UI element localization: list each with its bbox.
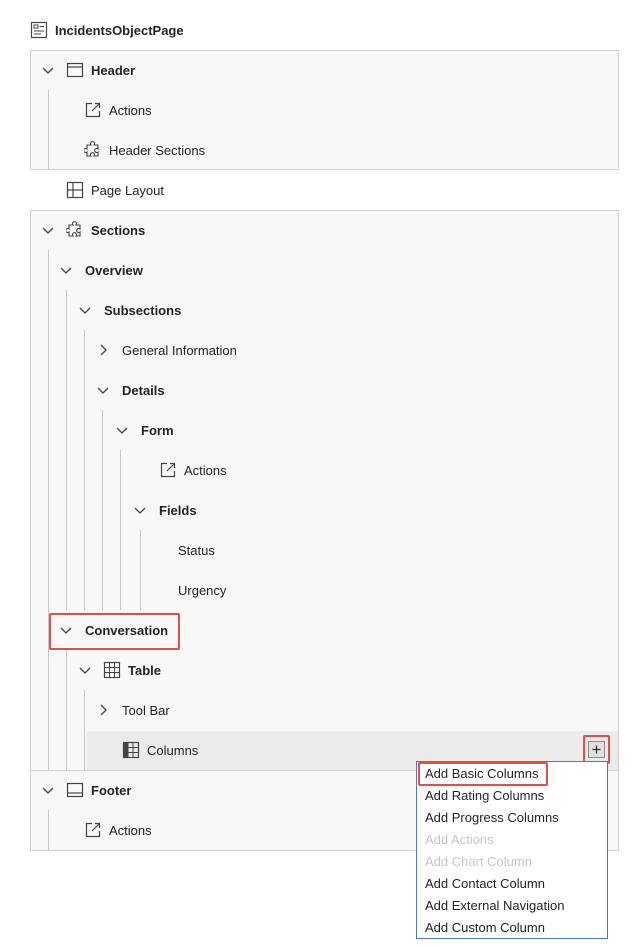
tree-item-table[interactable]: Table [77,650,161,690]
tree-item-label: Urgency [178,582,227,598]
add-columns-menu: Add Basic Columns Add Rating Columns Add… [416,761,608,939]
tree-item-label: Columns [147,742,199,758]
tree-item-status[interactable]: Status [178,530,215,570]
tree-item-label: Header Sections [109,142,206,158]
tree-item-footer[interactable]: Footer [40,770,131,810]
menu-item-add-custom-column[interactable]: Add Custom Column [425,917,545,939]
tree-item-form[interactable]: Form [114,410,174,450]
tree-item-columns[interactable]: Columns [122,730,198,770]
chevron-down-icon[interactable] [95,382,111,398]
tree-item-label: Fields [159,502,197,518]
tree-item-header-sections[interactable]: Header Sections [83,130,206,170]
chevron-down-icon[interactable] [40,222,56,238]
highlight-add-button [583,735,610,764]
tree-item-overview[interactable]: Overview [58,250,143,290]
tree-item-label: Actions [109,102,152,118]
chevron-right-icon[interactable] [95,702,111,718]
tree-item-general-information[interactable]: General Information [95,330,237,370]
external-link-icon [84,821,102,839]
tree-item-header-actions[interactable]: Actions [84,90,152,130]
chevron-down-icon[interactable] [77,662,93,678]
tree-item-label: Sections [91,222,146,238]
tree-item-label: Overview [85,262,143,278]
tree-item-details[interactable]: Details [95,370,165,410]
chevron-right-icon[interactable] [95,342,111,358]
tree-item-label: Tool Bar [122,702,170,718]
menu-item-add-progress-columns[interactable]: Add Progress Columns [425,807,559,829]
tree-item-footer-actions[interactable]: Actions [84,810,152,850]
puzzle-icon [65,221,84,239]
tree-item-label: Status [178,542,215,558]
menu-item-add-chart-column: Add Chart Column [425,854,532,869]
tree-item-header-label: Header [91,62,136,78]
tree-root-label: IncidentsObjectPage [55,22,184,38]
tree-item-label: Actions [109,822,152,838]
layout-grid-icon [66,181,84,199]
object-page-icon [30,21,48,39]
tree-item-fields[interactable]: Fields [132,490,197,530]
highlight-add-basic-columns [418,762,548,786]
tree-item-label: General Information [122,342,237,358]
tree-item-label: Subsections [104,302,182,318]
tree-item-page-layout[interactable]: Page Layout [66,170,164,210]
menu-item-add-actions: Add Actions [425,832,494,847]
menu-item-add-contact-column[interactable]: Add Contact Column [425,873,545,895]
tree-item-label: Actions [184,462,227,478]
header-layout-icon [66,61,84,79]
chevron-down-icon[interactable] [40,62,56,78]
tree-item-label: Page Layout [91,182,165,198]
tree-item-urgency[interactable]: Urgency [178,570,226,610]
tree-item-label: Footer [91,782,132,798]
tree-item-tool-bar[interactable]: Tool Bar [95,690,170,730]
external-link-icon [84,101,102,119]
highlight-conversation [49,613,180,650]
footer-layout-icon [66,781,84,799]
tree-item-subsections[interactable]: Subsections [77,290,181,330]
chevron-down-icon[interactable] [132,502,148,518]
tree-item-label: Form [141,422,174,438]
puzzle-icon [83,141,102,159]
chevron-down-icon[interactable] [114,422,130,438]
external-link-icon [159,461,177,479]
table-icon [103,661,121,679]
tree-item-header[interactable]: Header [40,50,135,90]
chevron-down-icon[interactable] [77,302,93,318]
chevron-down-icon[interactable] [40,782,56,798]
tree-item-label: Table [128,662,161,678]
columns-icon [122,741,140,759]
tree-item-form-actions[interactable]: Actions [159,450,227,490]
tree-root[interactable]: IncidentsObjectPage [30,10,184,50]
tree-item-sections[interactable]: Sections [40,210,145,250]
menu-item-add-rating-columns[interactable]: Add Rating Columns [425,785,544,807]
chevron-down-icon[interactable] [58,262,74,278]
menu-item-add-external-navigation[interactable]: Add External Navigation [425,895,564,917]
tree-item-label: Details [122,382,165,398]
